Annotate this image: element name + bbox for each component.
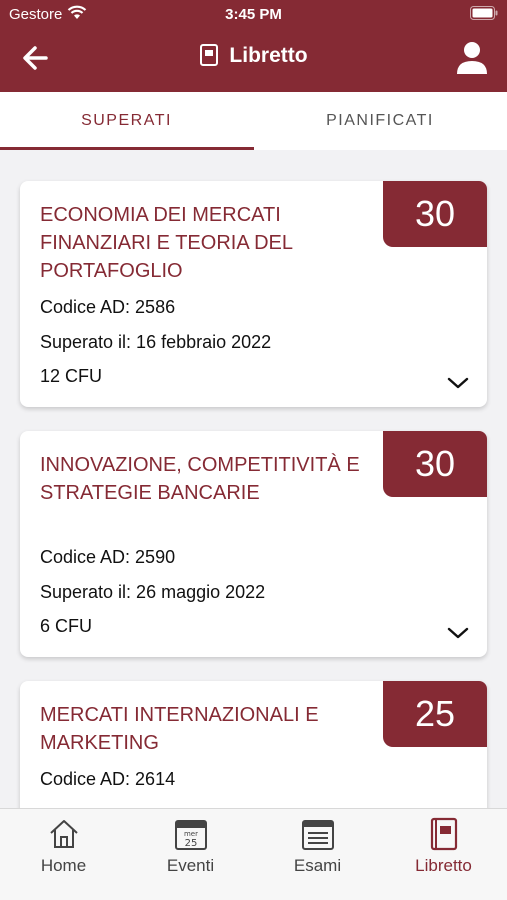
- exam-title: INNOVAZIONE, COMPETITIVITÀ E STRATEGIE B…: [40, 454, 360, 504]
- tab-superati[interactable]: SUPERATI: [0, 92, 253, 150]
- exam-passed-date: Superato il: 26 maggio 2022: [40, 582, 266, 602]
- page-title-text: Libretto: [229, 44, 308, 67]
- book-icon: [200, 44, 219, 66]
- calendar-day-label: mer: [183, 830, 197, 838]
- tabbar-item-libretto[interactable]: Libretto: [380, 817, 507, 897]
- grade-badge: 30: [383, 181, 487, 247]
- tabbar-label-eventi: Eventi: [166, 856, 215, 875]
- tabbar-label-home: Home: [40, 856, 87, 875]
- app-header: Gestore 3:45 PM Libretto: [0, 0, 507, 92]
- status-time: 3:45 PM: [225, 6, 282, 23]
- calendar-date-label: 25: [184, 838, 197, 849]
- tabbar-item-home[interactable]: Home: [0, 817, 127, 897]
- grade-badge: 30: [383, 431, 487, 497]
- exam-code: Codice AD: 2590: [40, 547, 176, 567]
- exam-cfu: 12 CFU: [40, 366, 103, 386]
- grade-badge: 25: [383, 681, 487, 747]
- exam-title: MERCATI INTERNAZIONALI E MARKETING: [40, 704, 319, 754]
- chevron-down-icon[interactable]: [447, 626, 469, 640]
- exam-code: Codice AD: 2586: [40, 297, 176, 317]
- exam-code: Codice AD: 2614: [40, 769, 176, 789]
- chevron-down-icon[interactable]: [447, 376, 469, 390]
- exam-card[interactable]: 30 INNOVAZIONE, COMPETITIVITÀ E STRATEGI…: [20, 431, 487, 657]
- battery-icon: [470, 6, 498, 20]
- tabbar-label-esami: Esami: [293, 856, 342, 875]
- page-title: Libretto: [0, 44, 507, 68]
- segment-tabs: SUPERATI PIANIFICATI: [0, 92, 507, 150]
- profile-button[interactable]: [452, 38, 492, 78]
- tab-pianificati[interactable]: PIANIFICATI: [253, 92, 507, 150]
- status-bar: Gestore 3:45 PM: [0, 0, 507, 28]
- exam-cfu: 6 CFU: [40, 616, 93, 636]
- exam-passed-date: Superato il: 16 febbraio 2022: [40, 332, 272, 352]
- tabbar-item-esami[interactable]: Esami: [254, 817, 381, 897]
- calendar-icon: mer 25: [174, 820, 207, 850]
- tabbar-item-eventi[interactable]: mer 25 Eventi: [127, 817, 254, 897]
- tabbar-label-libretto: Libretto: [415, 856, 472, 875]
- bottom-tab-bar: Home mer 25 Eventi Esami Libretto: [0, 808, 507, 900]
- exam-title: ECONOMIA DEI MERCATI FINANZIARI E TEORIA…: [40, 204, 293, 282]
- exam-card[interactable]: 30 ECONOMIA DEI MERCATI FINANZIARI E TEO…: [20, 181, 487, 407]
- exam-card[interactable]: 25 MERCATI INTERNAZIONALI E MARKETING Co…: [20, 681, 487, 808]
- home-icon: [49, 820, 78, 848]
- book-icon: [430, 817, 457, 851]
- user-icon: [457, 42, 487, 74]
- exam-list[interactable]: 30 ECONOMIA DEI MERCATI FINANZIARI E TEO…: [0, 150, 507, 808]
- list-icon: [301, 820, 334, 850]
